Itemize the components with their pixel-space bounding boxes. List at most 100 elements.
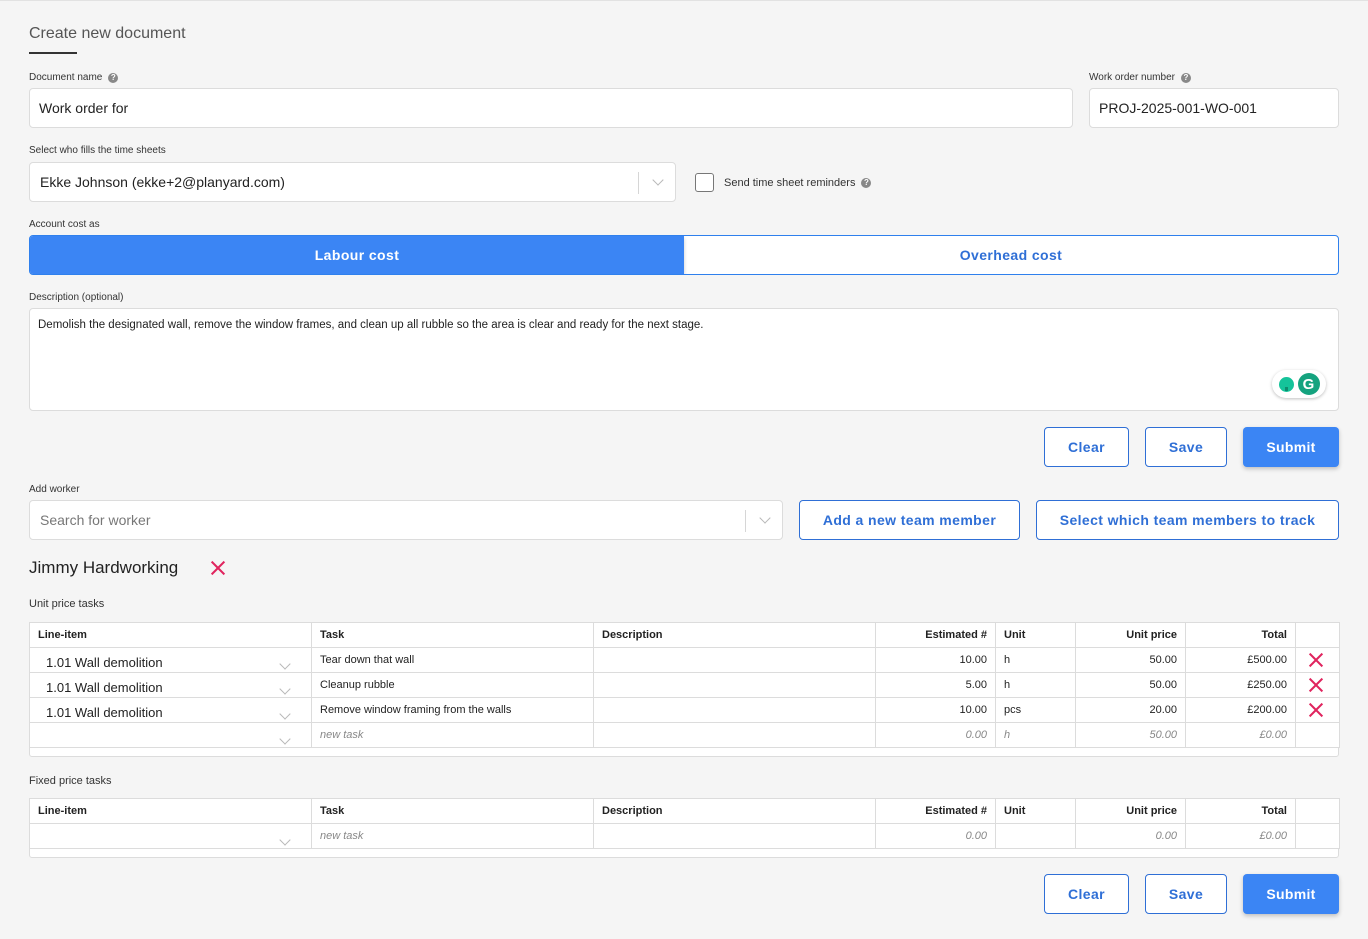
worker-name: Jimmy Hardworking (29, 558, 179, 577)
account-cost-label-text: Account cost as (29, 219, 100, 230)
chevron-down-icon[interactable] (279, 658, 291, 670)
task-cell[interactable]: Remove window framing from the walls (311, 697, 594, 723)
estimated-cell[interactable]: 0.00 (875, 722, 996, 748)
column-header: Unit price (1075, 798, 1186, 824)
new-task-cell[interactable]: new task (311, 823, 594, 849)
line-item-select[interactable] (29, 823, 312, 849)
help-icon[interactable]: ? (108, 72, 119, 83)
description-label-text: Description (optional) (29, 292, 124, 303)
reminders-label: Send time sheet reminders ? (724, 177, 872, 189)
estimated-cell[interactable]: 5.00 (875, 672, 996, 698)
reminders-checkbox[interactable] (695, 173, 714, 192)
overhead-cost-option[interactable]: Overhead cost (684, 236, 1338, 274)
time-sheets-value: Ekke Johnson (ekke+2@planyard.com) (40, 174, 285, 190)
unit-price-cell[interactable]: 50.00 (1075, 672, 1186, 698)
select-separator (638, 172, 639, 194)
save-button[interactable]: Save (1145, 874, 1227, 914)
unit-cell[interactable]: h (995, 672, 1076, 698)
unit-cell[interactable]: h (995, 647, 1076, 673)
remove-worker-icon[interactable] (210, 560, 226, 576)
work-order-number-label-text: Work order number (1089, 72, 1175, 83)
account-cost-label: Account cost as (29, 219, 100, 230)
description-textarea[interactable]: Demolish the designated wall, remove the… (29, 308, 1339, 411)
line-item-select[interactable] (29, 722, 312, 748)
total-cell: £200.00 (1185, 697, 1296, 723)
chevron-down-icon[interactable] (279, 733, 291, 745)
table-row: 1.01 Wall demolition Cleanup rubble 5.00… (29, 672, 1340, 698)
unit-price-cell[interactable]: 50.00 (1075, 722, 1186, 748)
add-worker-label-text: Add worker (29, 484, 80, 495)
grammarly-widget[interactable]: G (1272, 370, 1326, 398)
clear-button[interactable]: Clear (1044, 874, 1129, 914)
chevron-down-icon[interactable] (652, 174, 664, 186)
new-task-cell[interactable]: new task (311, 722, 594, 748)
unit-cell[interactable]: pcs (995, 697, 1076, 723)
line-item-select[interactable]: 1.01 Wall demolition (29, 672, 312, 698)
column-header: Total (1185, 622, 1296, 648)
chevron-down-icon[interactable] (279, 834, 291, 846)
total-cell: £0.00 (1185, 823, 1296, 849)
description-cell[interactable] (593, 672, 876, 698)
estimated-cell[interactable]: 10.00 (875, 647, 996, 673)
delete-row-icon[interactable] (1308, 677, 1324, 693)
work-order-number-label: Work order number ? (1089, 72, 1191, 83)
chevron-down-icon[interactable] (279, 683, 291, 695)
add-team-member-button[interactable]: Add a new team member (799, 500, 1020, 540)
grammarly-icon[interactable]: G (1297, 373, 1320, 395)
select-team-members-button[interactable]: Select which team members to track (1036, 500, 1339, 540)
total-cell: £500.00 (1185, 647, 1296, 673)
line-item-value: 1.01 Wall demolition (46, 655, 163, 670)
unit-price-cell[interactable]: 0.00 (1075, 823, 1186, 849)
worker-search-select[interactable]: Search for worker (29, 500, 783, 540)
column-header: Unit price (1075, 622, 1186, 648)
column-header: Unit (995, 798, 1076, 824)
column-header: Task (311, 798, 594, 824)
unit-cell[interactable]: h (995, 722, 1076, 748)
title-underline (29, 52, 77, 54)
task-cell[interactable]: Cleanup rubble (311, 672, 594, 698)
description-cell[interactable] (593, 823, 876, 849)
delete-row-icon[interactable] (1308, 652, 1324, 668)
unit-price-table: Line-item Task Description Estimated # U… (29, 622, 1340, 748)
labour-cost-option[interactable]: Labour cost (30, 236, 684, 274)
description-cell[interactable] (593, 722, 876, 748)
fixed-price-table: Line-item Task Description Estimated # U… (29, 798, 1340, 849)
estimated-cell[interactable]: 0.00 (875, 823, 996, 849)
unit-cell[interactable] (995, 823, 1076, 849)
clear-button[interactable]: Clear (1044, 427, 1129, 467)
save-button[interactable]: Save (1145, 427, 1227, 467)
delete-cell (1295, 697, 1340, 723)
description-cell[interactable] (593, 697, 876, 723)
time-sheets-select[interactable]: Ekke Johnson (ekke+2@planyard.com) (29, 162, 676, 202)
delete-cell (1295, 672, 1340, 698)
description-cell[interactable] (593, 647, 876, 673)
table-row: 1.01 Wall demolition Tear down that wall… (29, 647, 1340, 673)
unit-price-cell[interactable]: 20.00 (1075, 697, 1186, 723)
submit-button[interactable]: Submit (1243, 874, 1339, 914)
column-header-actions (1295, 622, 1340, 648)
document-name-value: Work order for (39, 100, 129, 116)
line-item-select[interactable]: 1.01 Wall demolition (29, 647, 312, 673)
lightbulb-icon[interactable] (1278, 376, 1294, 392)
time-sheets-label: Select who fills the time sheets (29, 145, 166, 156)
table-header-row: Line-item Task Description Estimated # U… (29, 622, 1340, 648)
delete-row-icon[interactable] (1308, 702, 1324, 718)
submit-button[interactable]: Submit (1243, 427, 1339, 467)
total-cell: £250.00 (1185, 672, 1296, 698)
help-icon[interactable]: ? (861, 178, 872, 188)
delete-cell (1295, 722, 1340, 748)
help-icon[interactable]: ? (1180, 72, 1191, 83)
work-order-number-input[interactable]: PROJ-2025-001-WO-001 (1089, 88, 1339, 128)
line-item-select[interactable]: 1.01 Wall demolition (29, 697, 312, 723)
chevron-down-icon[interactable] (279, 708, 291, 720)
total-cell: £0.00 (1185, 722, 1296, 748)
task-cell[interactable]: Tear down that wall (311, 647, 594, 673)
chevron-down-icon[interactable] (759, 512, 771, 524)
document-name-label: Document name ? (29, 72, 119, 83)
description-label: Description (optional) (29, 292, 124, 303)
top-border (0, 0, 1368, 1)
estimated-cell[interactable]: 10.00 (875, 697, 996, 723)
unit-price-cell[interactable]: 50.00 (1075, 647, 1186, 673)
document-name-input[interactable]: Work order for (29, 88, 1073, 128)
column-header: Unit (995, 622, 1076, 648)
